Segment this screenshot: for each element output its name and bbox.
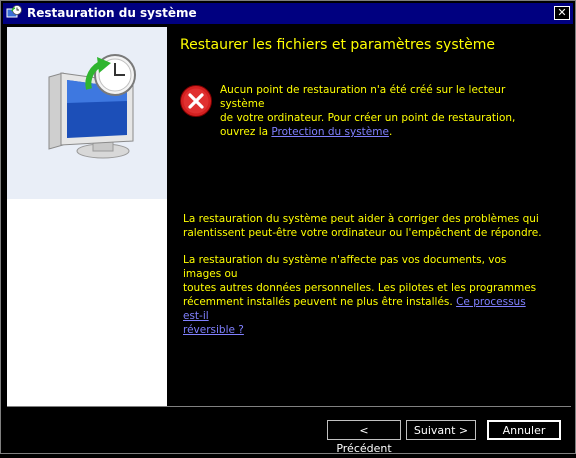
sidebar-lower [7,199,167,407]
window-title: Restauration du système [27,6,197,20]
system-restore-icon [6,5,22,18]
info-p2-line-3: récemment installés peuvent ne plus être… [183,295,543,323]
close-icon: ✕ [557,6,567,19]
info-paragraph-1: La restauration du système peut aider à … [183,212,543,240]
system-restore-window: Restauration du système ✕ Restaurer les … [0,0,576,455]
error-icon [180,85,212,117]
info-p1-line-1: La restauration du système peut aider à … [183,213,539,225]
system-protection-link[interactable]: Protection du système [271,126,389,138]
error-line-2: de votre ordinateur. Pour créer un point… [220,112,516,124]
system-restore-monitor-icon [48,54,136,159]
info-p2-line-4: réversible ? [183,323,543,337]
title-bar[interactable]: Restauration du système ✕ [3,3,573,24]
cancel-button[interactable]: Annuler [487,420,561,440]
info-p2-line-3-prefix: récemment installés peuvent ne plus être… [183,296,457,308]
error-line-1: Aucun point de restauration n'a été créé… [220,84,506,110]
error-message: Aucun point de restauration n'a été créé… [220,83,540,139]
error-line-3-suffix: . [388,126,393,138]
info-paragraph-2: La restauration du système n'affecte pas… [183,253,543,337]
footer-divider [7,406,571,407]
error-line-3-prefix: ouvrez la [220,126,272,138]
close-button[interactable]: ✕ [554,6,570,20]
info-p2-line-1: La restauration du système n'affecte pas… [183,254,507,280]
error-line-3: ouvrez la Protection du système. [220,125,540,139]
next-button[interactable]: Suivant > [406,420,476,440]
info-p2-line-2: toutes autres données personnelles. Les … [183,282,537,294]
back-button[interactable]: < Précédent [327,420,401,455]
page-heading: Restaurer les fichiers et paramètres sys… [180,37,495,53]
reversible-link-continued[interactable]: réversible ? [183,324,244,336]
info-p1-line-2: ralentissent peut-être votre ordinateur … [183,227,542,239]
